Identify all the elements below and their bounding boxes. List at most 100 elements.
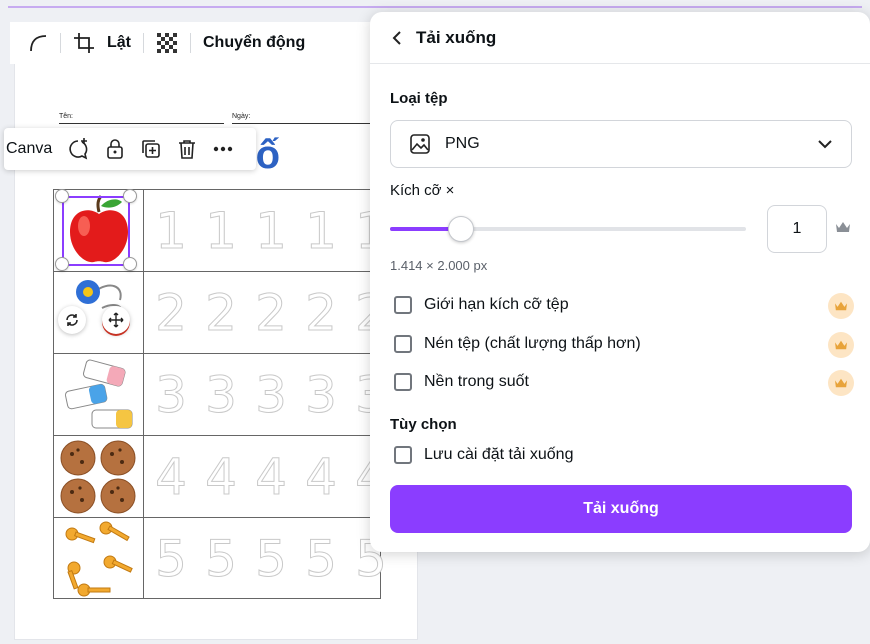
key-icon[interactable]	[54, 518, 144, 599]
move-button[interactable]	[102, 306, 130, 334]
resize-handle-top-left[interactable]	[55, 189, 69, 203]
checkbox[interactable]	[394, 373, 412, 391]
flip-button[interactable]: Lật	[107, 34, 131, 52]
lock-icon	[107, 139, 124, 159]
checkbox[interactable]	[394, 446, 412, 464]
rotate-button[interactable]	[58, 306, 86, 334]
trace-digit: 4	[305, 448, 338, 507]
animate-button[interactable]: Chuyển động	[203, 34, 305, 52]
size-input[interactable]	[767, 205, 827, 253]
name-label: Tên:	[59, 113, 74, 120]
duplicate-button[interactable]	[140, 138, 162, 160]
trace-digit: 2	[305, 284, 338, 343]
transparency-button[interactable]	[156, 32, 178, 54]
option-label: Nén tệp (chất lượng thấp hơn)	[424, 335, 641, 352]
compress-file-option[interactable]: Nén tệp (chất lượng thấp hơn)	[394, 335, 641, 353]
chevron-left-icon	[392, 30, 401, 45]
tracing-row: 33333	[54, 354, 386, 436]
more-horizontal-icon	[214, 146, 233, 152]
top-accent-bar	[0, 0, 870, 10]
cookie-icon[interactable]	[54, 436, 144, 517]
premium-badge	[828, 332, 854, 358]
date-label: Ngày:	[232, 113, 251, 120]
trace-digit: 4	[155, 448, 188, 507]
lock-button[interactable]	[104, 138, 126, 160]
trace-digit: 5	[305, 530, 338, 589]
trace-digit: 4	[255, 448, 288, 507]
size-slider-thumb[interactable]	[448, 216, 475, 242]
canva-assistant-button[interactable]: Canva	[6, 140, 52, 158]
file-type-select[interactable]: PNG	[390, 120, 852, 168]
trace-digit: 5	[255, 530, 288, 589]
premium-badge	[828, 370, 854, 396]
trace-digit: 2	[255, 284, 288, 343]
element-context-toolbar: Canva	[4, 128, 256, 170]
crown-icon	[835, 340, 847, 350]
resize-handle-top-right[interactable]	[123, 189, 137, 203]
selection-box	[62, 196, 130, 266]
row-picture[interactable]	[54, 436, 144, 517]
crop-icon	[74, 33, 94, 53]
resize-handle-bottom-left[interactable]	[55, 257, 69, 271]
checkbox[interactable]	[394, 296, 412, 314]
crown-icon	[836, 222, 850, 232]
download-button[interactable]: Tải xuống	[390, 485, 852, 533]
trace-digit: 3	[205, 366, 238, 425]
download-panel: Tải xuống Loại tệp PNG Kích cỡ × 1.414 ×…	[370, 12, 870, 552]
dimensions-text: 1.414 × 2.000 px	[390, 258, 488, 273]
more-options-button[interactable]	[212, 138, 234, 160]
trace-digit: 1	[305, 202, 338, 261]
name-line	[59, 123, 224, 124]
duplicate-icon	[142, 140, 161, 158]
comment-button[interactable]	[66, 137, 90, 161]
crown-icon	[835, 301, 847, 311]
crown-icon	[835, 378, 847, 388]
save-settings-option[interactable]: Lưu cài đặt tải xuống	[394, 446, 573, 464]
file-type-value: PNG	[445, 135, 480, 152]
row-picture[interactable]	[54, 354, 144, 435]
transparent-background-option[interactable]: Nền trong suốt	[394, 373, 529, 391]
trace-digit: 2	[205, 284, 238, 343]
tracing-row: 44444	[54, 436, 386, 518]
option-label: Lưu cài đặt tải xuống	[424, 446, 574, 463]
panel-title: Tải xuống	[416, 27, 497, 47]
row-picture[interactable]	[54, 518, 144, 599]
editor-toolbar: Lật Chuyển động	[10, 22, 380, 64]
delete-button[interactable]	[176, 138, 198, 160]
trace-digit: 1	[205, 202, 238, 261]
transparency-icon	[157, 33, 177, 53]
limit-size-option[interactable]: Giới hạn kích cỡ tệp	[394, 296, 569, 314]
trace-digit: 5	[205, 530, 238, 589]
size-label: Kích cỡ ×	[390, 182, 455, 199]
digit-traces: 55555	[146, 524, 386, 594]
rotate-icon	[66, 314, 78, 326]
corner-rounding-button[interactable]	[28, 33, 48, 53]
size-slider-track[interactable]	[390, 227, 746, 231]
premium-badge	[828, 293, 854, 319]
trace-digit: 2	[155, 284, 188, 343]
digit-traces: 44444	[146, 442, 386, 512]
more-options-label: Tùy chọn	[390, 416, 457, 433]
crop-button[interactable]	[73, 32, 95, 54]
eraser-icon[interactable]	[54, 354, 144, 435]
trace-digit: 3	[255, 366, 288, 425]
image-icon	[410, 134, 430, 154]
trace-digit: 5	[155, 530, 188, 589]
trace-digit: 4	[205, 448, 238, 507]
toolbar-divider	[190, 33, 191, 53]
tracing-row: 55555	[54, 518, 386, 600]
back-button[interactable]	[390, 30, 406, 46]
resize-handle-bottom-right[interactable]	[123, 257, 137, 271]
trash-icon	[179, 140, 196, 159]
digit-traces: 11111	[146, 196, 386, 266]
checkbox[interactable]	[394, 335, 412, 353]
move-icon	[108, 312, 124, 328]
digit-traces: 22222	[146, 278, 386, 348]
trace-digit: 3	[155, 366, 188, 425]
trace-digit: 3	[305, 366, 338, 425]
panel-header: Tải xuống	[370, 12, 870, 64]
toolbar-divider	[60, 33, 61, 53]
option-label: Giới hạn kích cỡ tệp	[424, 296, 569, 313]
trace-digit: 1	[255, 202, 288, 261]
corner-rounding-icon	[30, 35, 47, 52]
